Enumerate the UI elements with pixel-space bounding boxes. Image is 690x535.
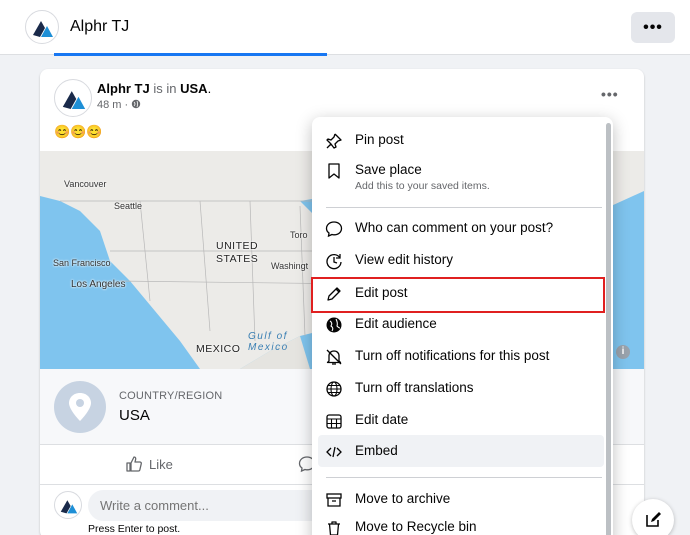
menu-item-label: Embed xyxy=(355,443,398,458)
map-label-united: UNITED xyxy=(216,240,259,252)
menu-item-label: Edit audience xyxy=(355,316,437,331)
page-logo[interactable] xyxy=(25,10,59,44)
menu-scrollbar[interactable] xyxy=(606,123,611,535)
map-label-vancouver: Vancouver xyxy=(64,179,107,189)
map-label-san-francisco: San Francisco xyxy=(53,258,111,268)
highlight-box xyxy=(311,277,605,313)
trash-icon xyxy=(324,518,344,535)
comment-bubble-icon xyxy=(324,219,344,239)
new-message-button[interactable] xyxy=(632,499,674,535)
page-header: Alphr TJ ••• xyxy=(0,0,690,56)
compose-icon xyxy=(646,512,661,527)
menu-item-label: Turn off notifications for this post xyxy=(355,348,550,363)
map-label-washington: Washingt xyxy=(271,261,309,271)
bookmark-icon xyxy=(324,161,344,181)
menu-item-label: Move to Recycle bin xyxy=(355,519,477,534)
code-icon xyxy=(324,442,344,462)
menu-item-turn-off-translations[interactable]: Turn off translations xyxy=(318,379,604,401)
menu-item-sublabel: Add this to your saved items. xyxy=(355,180,490,192)
post-more-button[interactable]: ••• xyxy=(601,86,619,102)
menu-item-label: Edit date xyxy=(355,412,409,427)
post-text: 😊😊😊 xyxy=(54,124,103,139)
menu-item-turn-off-notifications[interactable]: Turn off notifications for this post xyxy=(318,347,604,369)
menu-item-edit-audience[interactable]: Edit audience xyxy=(318,315,604,337)
menu-item-label: Turn off translations xyxy=(355,380,474,395)
comment-hint: Press Enter to post. xyxy=(88,523,181,535)
author-location[interactable]: USA xyxy=(180,81,207,96)
place-category: COUNTRY/REGION xyxy=(119,390,223,402)
active-tab-indicator xyxy=(54,53,327,56)
menu-item-label: View edit history xyxy=(355,252,454,267)
calendar-icon xyxy=(324,411,344,431)
thumbs-up-icon xyxy=(126,456,142,472)
map-label-los-angeles: Los Angeles xyxy=(71,279,126,290)
menu-item-edit-date[interactable]: Edit date xyxy=(318,411,604,433)
header-more-button[interactable]: ••• xyxy=(631,12,675,43)
translate-globe-icon xyxy=(324,379,344,399)
location-pin-icon xyxy=(54,381,106,433)
menu-item-label: Save place xyxy=(355,162,422,177)
public-globe-icon xyxy=(132,99,141,109)
map-label-mexico: MEXICO xyxy=(196,343,241,355)
place-value: USA xyxy=(119,407,150,424)
menu-item-move-to-archive[interactable]: Move to archive xyxy=(318,490,604,512)
menu-item-move-to-recycle-bin[interactable]: Move to Recycle bin xyxy=(318,518,604,535)
history-icon xyxy=(324,251,344,271)
menu-item-embed[interactable]: Embed xyxy=(318,435,604,467)
pin-icon xyxy=(324,131,344,151)
post-timestamp[interactable]: 48 m · xyxy=(97,99,141,111)
author-avatar[interactable] xyxy=(54,79,92,117)
like-button[interactable]: Like xyxy=(125,455,173,473)
map-label-seattle: Seattle xyxy=(114,201,143,211)
page-title: Alphr TJ xyxy=(70,18,130,35)
map-label-states: STATES xyxy=(216,253,259,265)
commenter-avatar[interactable] xyxy=(54,491,82,519)
menu-divider xyxy=(326,207,602,208)
map-label-gulf-1: Gulf of xyxy=(248,331,288,342)
menu-item-view-edit-history[interactable]: View edit history xyxy=(318,251,604,273)
author-connector: is in xyxy=(153,81,177,96)
globe-filled-icon xyxy=(324,315,344,335)
post-author-line: Alphr TJ is in USA. xyxy=(97,81,212,96)
map-label-gulf-2: Mexico xyxy=(248,342,289,353)
map-label-toronto: Toro xyxy=(290,230,308,240)
map-info-icon[interactable]: i xyxy=(616,345,630,359)
author-name[interactable]: Alphr TJ xyxy=(97,81,150,96)
menu-item-label: Pin post xyxy=(355,132,404,147)
menu-divider xyxy=(326,477,602,478)
archive-icon xyxy=(324,490,344,510)
menu-item-save-place[interactable]: Save place Add this to your saved items. xyxy=(318,161,604,197)
like-label: Like xyxy=(149,456,173,472)
menu-item-label: Who can comment on your post? xyxy=(355,220,554,235)
bell-off-icon xyxy=(324,347,344,367)
menu-item-who-can-comment[interactable]: Who can comment on your post? xyxy=(318,219,604,241)
menu-item-pin-post[interactable]: Pin post xyxy=(318,131,604,153)
post-options-menu: Pin post Save place Add this to your sav… xyxy=(312,117,613,535)
menu-item-label: Move to archive xyxy=(355,491,451,506)
